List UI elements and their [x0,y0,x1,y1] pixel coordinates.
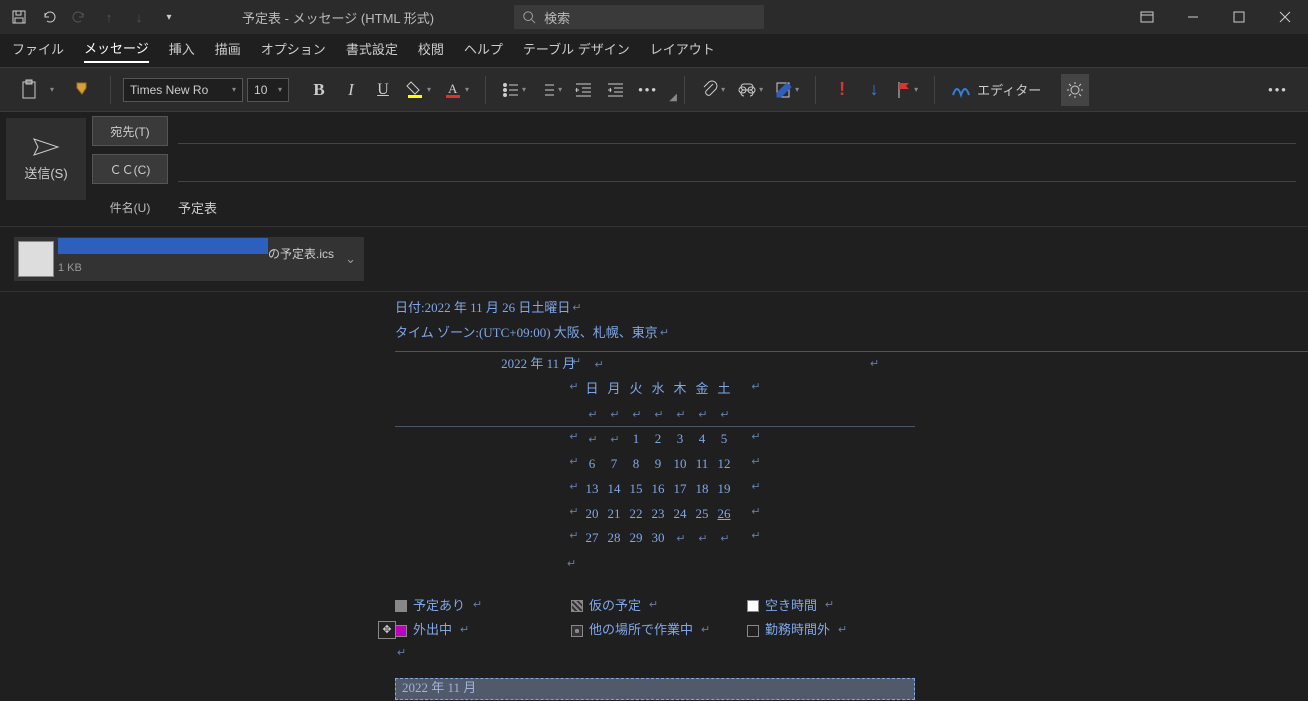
message-body[interactable]: 日付: 2022 年 11 月 26 日土曜日 ↵ タイム ゾーン: (UTC+… [0,292,1308,700]
tab-file[interactable]: ファイル [12,39,64,62]
to-input[interactable] [178,118,1296,144]
legend-tentative: 仮の予定↵ [571,594,747,619]
legend-outside: 勤務時間外↵ [747,618,923,643]
paste-icon[interactable] [16,74,44,106]
date-value: 2022 年 11 月 26 日土曜日 [425,296,571,321]
subject-label: 件名(U) [92,199,168,216]
calendar-dow-row: ↵日↵月↵火↵水↵木↵金↵土↵↵ [395,377,915,427]
bold-button[interactable]: B [305,74,333,106]
attachment-name: の予定表.ics [268,245,334,262]
calendar-grid: ↵↵↵12345↵↵6789101112↵↵13141516171819↵↵20… [395,427,1308,550]
redacted-text [58,238,268,254]
bullets-button[interactable]: ▾ [498,74,530,106]
signature-icon[interactable]: ▾ [771,74,803,106]
legend-elsewhere: 他の場所で作業中↵ [571,618,747,643]
tz-label: タイム ゾーン: [395,321,479,346]
cc-button[interactable]: ＣＣ(C) [92,154,168,184]
tab-help[interactable]: ヘルプ [464,39,503,62]
editor-icon [951,81,971,99]
send-button[interactable]: 送信(S) [6,118,86,200]
to-button[interactable]: 宛先(T) [92,116,168,146]
calendar-file-icon [18,241,54,277]
maximize-icon[interactable] [1216,0,1262,34]
window-title: 予定表 - メッセージ (HTML 形式) [242,8,434,27]
search-input[interactable]: 検索 [514,5,764,29]
tab-draw[interactable]: 描画 [215,39,241,62]
tab-message[interactable]: メッセージ [84,38,149,63]
underline-button[interactable]: U [369,74,397,106]
more-para-icon[interactable]: ••• [634,74,662,106]
attachment-item[interactable]: の予定表.ics 1 KB ⌄ [14,237,364,281]
immersive-reader-icon[interactable] [1061,74,1089,106]
svg-text:A: A [448,81,458,96]
tab-format[interactable]: 書式設定 [346,39,398,62]
link-icon[interactable]: ▾ [733,74,767,106]
tab-review[interactable]: 校閲 [418,39,444,62]
undo-icon[interactable] [36,4,62,30]
chevron-down-icon[interactable]: ▾ [50,85,54,94]
calendar-title: 2022 年 11 月 [501,356,575,371]
qat-customize-icon[interactable]: ▾ [156,4,182,30]
italic-button[interactable]: I [337,74,365,106]
close-icon[interactable] [1262,0,1308,34]
subject-input[interactable]: 予定表 [178,198,217,217]
attach-file-icon[interactable]: ▾ [697,74,729,106]
font-name-select[interactable]: Times New Ro▾ [123,78,243,102]
outdent-button[interactable] [570,74,598,106]
tab-table-design[interactable]: テーブル デザイン [523,39,630,62]
legend-oof: 外出中↵ [395,618,571,643]
importance-low-icon[interactable]: ↓ [860,74,888,106]
search-placeholder: 検索 [544,8,570,27]
format-painter-icon[interactable] [70,74,98,106]
flag-icon[interactable]: ▾ [892,74,922,106]
font-size-select[interactable]: 10▾ [247,78,289,102]
indent-button[interactable] [602,74,630,106]
redo-icon [66,4,92,30]
ribbon-display-icon[interactable] [1124,0,1170,34]
legend-busy: 予定あり↵ [395,594,571,619]
save-icon[interactable] [6,4,32,30]
tz-value: (UTC+09:00) 大阪、札幌、東京 [479,321,658,346]
tab-options[interactable]: オプション [261,39,326,62]
down-arrow-icon: ↓ [126,4,152,30]
numbering-button[interactable]: ▾ [534,74,566,106]
attachment-size: 1 KB [58,262,334,274]
dialog-launcher-icon[interactable]: ◢ [666,91,680,105]
ribbon-overflow-icon[interactable]: ••• [1264,74,1292,106]
cc-input[interactable] [178,156,1296,182]
schedule-table-header: 2022 年 11 月 [395,678,915,700]
tab-layout[interactable]: レイアウト [650,39,715,62]
highlight-button[interactable]: ▾ [401,74,435,106]
date-label: 日付: [395,296,425,321]
font-color-button[interactable]: A▾ [439,74,473,106]
chevron-down-icon[interactable]: ⌄ [345,251,356,267]
send-icon [32,137,60,157]
table-move-handle-icon[interactable]: ✥ [378,621,396,639]
up-arrow-icon: ↑ [96,4,122,30]
search-icon [522,10,536,24]
minimize-icon[interactable] [1170,0,1216,34]
importance-high-icon[interactable]: ! [828,74,856,106]
editor-button[interactable]: エディター [947,74,1045,106]
tab-insert[interactable]: 挿入 [169,39,195,62]
legend-free: 空き時間↵ [747,594,923,619]
